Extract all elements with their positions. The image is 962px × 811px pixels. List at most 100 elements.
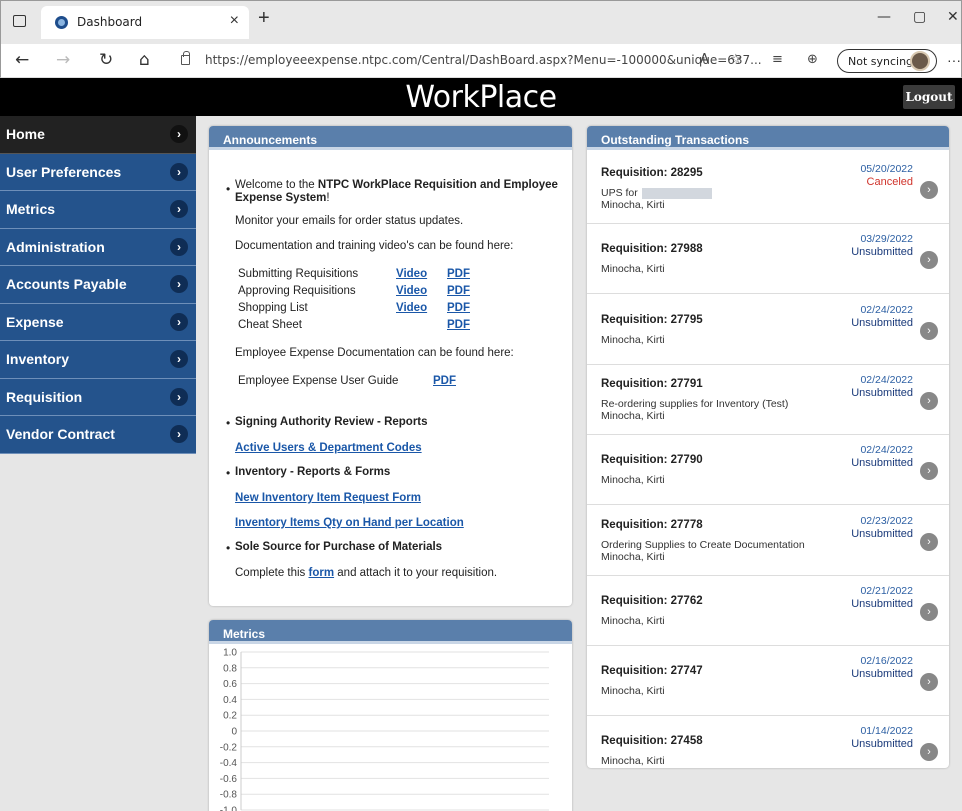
- transaction-row[interactable]: Requisition: 27778 Ordering Supplies to C…: [587, 505, 949, 576]
- sidebar-item-label: User Preferences: [6, 163, 122, 180]
- chevron-right-icon[interactable]: ›: [920, 181, 938, 199]
- sidebar-item-label: Metrics: [6, 201, 56, 217]
- refresh-icon[interactable]: ↻: [99, 50, 113, 70]
- chevron-right-icon[interactable]: ›: [920, 391, 938, 410]
- transaction-date: 03/29/2022: [860, 233, 913, 246]
- sidebar-item-label: Accounts Payable: [6, 276, 127, 292]
- requisition-number: Requisition: 27762: [601, 594, 703, 607]
- video-link[interactable]: Video: [396, 302, 427, 314]
- favorite-star-icon[interactable]: ☆: [730, 52, 742, 67]
- transaction-row[interactable]: Requisition: 27790 Minocha, Kirti 02/24/20…: [587, 434, 949, 506]
- sidebar-item-home[interactable]: Home ›: [0, 116, 196, 154]
- back-icon[interactable]: ←: [15, 50, 29, 70]
- y-tick-label: 1.0: [223, 648, 237, 659]
- sidebar-item-label: Home: [6, 126, 45, 142]
- sidebar: Home › User Preferences › Metrics › Admi…: [0, 116, 196, 454]
- requester-name: Minocha, Kirti: [601, 409, 665, 422]
- avatar: [910, 51, 930, 71]
- sidebar-item-label: Vendor Contract: [6, 426, 115, 442]
- profile-sync-button[interactable]: Not syncing: [837, 49, 937, 73]
- outstanding-transactions-panel: Outstanding Transactions Requisition: 28…: [587, 126, 949, 768]
- forward-icon[interactable]: →: [56, 50, 70, 70]
- sidebar-item-requisition[interactable]: Requisition ›: [0, 378, 196, 416]
- transaction-row[interactable]: Requisition: 28295 UPS for Minocha, Kirti 0…: [587, 153, 949, 224]
- announcements-title: Announcements: [209, 126, 572, 150]
- requisition-number: Requisition: 27778: [601, 518, 703, 531]
- pdf-link[interactable]: PDF: [447, 268, 470, 280]
- y-tick-label: -0.8: [220, 790, 238, 801]
- status-badge: Unsubmitted: [851, 738, 913, 751]
- url-field[interactable]: https://employeeexpense.ntpc.com/Central…: [205, 53, 762, 67]
- requisition-number: Requisition: 27790: [601, 454, 703, 467]
- tab-actions-icon[interactable]: [13, 15, 26, 27]
- browser-tab[interactable]: Dashboard ×: [41, 6, 249, 39]
- tab-close-icon[interactable]: ×: [230, 12, 239, 30]
- sidebar-item-vendor-contract[interactable]: Vendor Contract ›: [0, 416, 196, 454]
- requester-name: Minocha, Kirti: [601, 263, 665, 276]
- signing-heading: Signing Authority Review - Reports: [235, 416, 428, 428]
- maximize-icon[interactable]: ▢: [913, 9, 926, 25]
- transaction-row[interactable]: Requisition: 27791 Re-ordering supplies f…: [587, 364, 949, 435]
- bullet: •: [226, 182, 231, 196]
- transaction-row[interactable]: Requisition: 27458 Minocha, Kirti 01/14/20…: [587, 715, 949, 786]
- sidebar-item-label: Inventory: [6, 351, 70, 367]
- transaction-date: 02/24/2022: [860, 303, 913, 316]
- status-badge: Unsubmitted: [851, 246, 913, 259]
- chevron-right-icon[interactable]: ›: [920, 673, 938, 692]
- exp-guide-pdf-link[interactable]: PDF: [433, 375, 456, 387]
- chevron-right-icon[interactable]: ›: [920, 743, 938, 762]
- requester-name: Minocha, Kirti: [601, 614, 665, 627]
- new-tab-icon[interactable]: +: [258, 7, 270, 30]
- minimize-icon[interactable]: —: [877, 9, 891, 25]
- bullet: •: [226, 466, 231, 480]
- favorites-icon[interactable]: ≡: [772, 52, 783, 67]
- transaction-row[interactable]: Requisition: 27747 Minocha, Kirti 02/16/20…: [587, 645, 949, 717]
- chevron-right-icon: ›: [170, 312, 188, 331]
- transaction-row[interactable]: Requisition: 27762 Minocha, Kirti 02/21/20…: [587, 575, 949, 646]
- sidebar-item-administration[interactable]: Administration ›: [0, 228, 196, 266]
- transaction-date: 01/14/2022: [860, 725, 913, 738]
- chevron-right-icon[interactable]: ›: [920, 251, 938, 270]
- sidebar-item-metrics[interactable]: Metrics ›: [0, 191, 196, 229]
- qty-on-hand-link[interactable]: Inventory Items Qty on Hand per Location: [235, 517, 464, 529]
- new-item-link[interactable]: New Inventory Item Request Form: [235, 492, 421, 504]
- requisition-number: Requisition: 28295: [601, 167, 703, 179]
- metrics-chart: 1.0 0.8 0.6 0.4 0.2 0 -0.2 -0.4 -0.6 -0.8 -1.0: [209, 647, 572, 811]
- video-link[interactable]: Video: [396, 285, 427, 297]
- pdf-link[interactable]: PDF: [447, 302, 470, 314]
- pdf-link[interactable]: PDF: [447, 319, 470, 331]
- chevron-right-icon[interactable]: ›: [920, 462, 938, 481]
- y-tick-label: 0.6: [223, 679, 237, 690]
- logout-button[interactable]: Logout: [903, 85, 955, 109]
- requester-name: Minocha, Kirti: [601, 685, 665, 698]
- sidebar-item-expense[interactable]: Expense ›: [0, 303, 196, 341]
- collections-icon[interactable]: ⊕: [807, 52, 818, 67]
- requisition-number: Requisition: 27988: [601, 243, 703, 256]
- tab-title: Dashboard: [77, 15, 143, 29]
- sidebar-item-user-preferences[interactable]: User Preferences ›: [0, 153, 196, 191]
- form-link[interactable]: form: [309, 567, 335, 579]
- status-badge: Canceled: [866, 176, 913, 188]
- transaction-row[interactable]: Requisition: 27988 Minocha, Kirti 03/29/20…: [587, 223, 949, 295]
- lock-icon[interactable]: [181, 51, 190, 65]
- pdf-link[interactable]: PDF: [447, 285, 470, 297]
- video-link[interactable]: Video: [396, 268, 427, 280]
- sidebar-item-inventory[interactable]: Inventory ›: [0, 341, 196, 379]
- chevron-right-icon: ›: [170, 425, 188, 443]
- read-aloud-icon[interactable]: A: [700, 52, 709, 67]
- welcome-text: Welcome to the NTPC WorkPlace Requisitio…: [235, 179, 558, 191]
- home-icon[interactable]: ⌂: [139, 50, 150, 70]
- chevron-right-icon[interactable]: ›: [920, 602, 938, 621]
- transaction-date: 05/20/2022: [860, 163, 913, 175]
- chevron-right-icon[interactable]: ›: [920, 321, 938, 340]
- status-badge: Unsubmitted: [851, 668, 913, 681]
- more-icon[interactable]: ···: [947, 52, 961, 68]
- announcements-panel: Announcements • Welcome to the NTPC Work…: [209, 126, 572, 606]
- y-tick-label: -0.6: [220, 774, 238, 785]
- close-window-icon[interactable]: ✕: [947, 9, 959, 25]
- chevron-right-icon[interactable]: ›: [920, 532, 938, 551]
- active-users-link[interactable]: Active Users & Department Codes: [235, 442, 422, 454]
- y-tick-label: 0: [231, 727, 237, 738]
- transaction-row[interactable]: Requisition: 27795 Minocha, Kirti 02/24/20…: [587, 294, 949, 365]
- sidebar-item-accounts-payable[interactable]: Accounts Payable ›: [0, 266, 196, 304]
